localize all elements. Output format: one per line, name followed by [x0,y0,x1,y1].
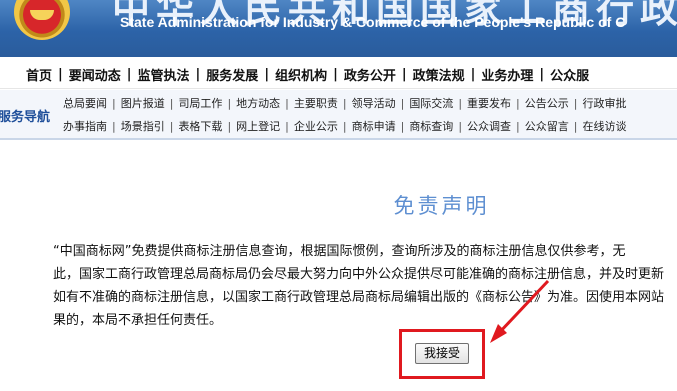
red-arrow-icon [490,279,550,343]
